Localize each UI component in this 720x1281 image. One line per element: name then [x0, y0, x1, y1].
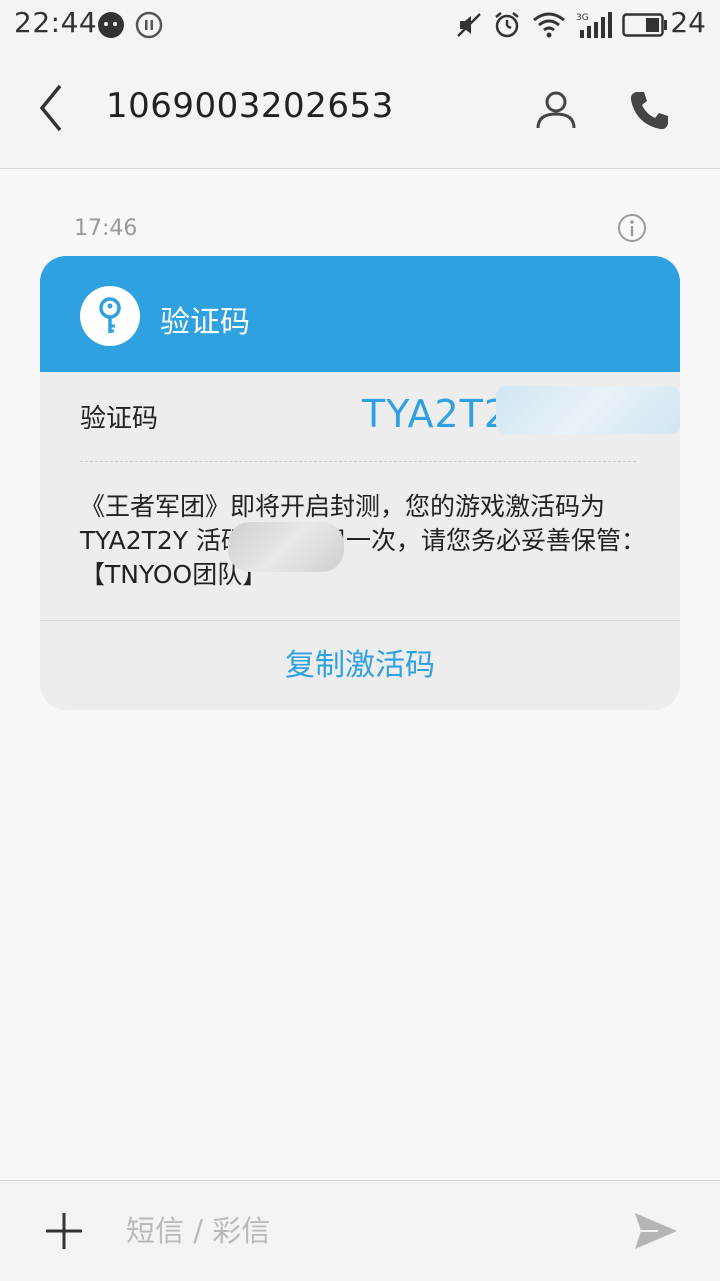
status-bar: 22:44 3G 24: [0, 0, 720, 50]
status-time: 22:44: [14, 6, 98, 39]
card-header: 验证码: [40, 256, 680, 372]
message-timestamp: 17:46: [74, 216, 138, 241]
code-value: TYA2T2: [362, 392, 510, 436]
card-title: 验证码: [160, 305, 250, 340]
message-body: 《王者军团》即将开启封测，您的游戏激活码为TYA2T2Y 活码只能使用一次，请您…: [80, 492, 647, 589]
verification-card: 验证码 验证码 TYA2T2 《王者军团》即将开启封测，您的游戏激活码为TYA2…: [40, 256, 680, 710]
send-icon: [635, 1213, 677, 1249]
back-button[interactable]: [28, 78, 78, 138]
info-icon: [618, 214, 646, 242]
code-label: 验证码: [80, 404, 159, 434]
signal-icon: 3G: [574, 10, 614, 44]
battery-icon: [622, 12, 668, 42]
pause-icon: [134, 10, 164, 44]
conversation-header: 1069003202653: [0, 50, 720, 169]
send-button[interactable]: [632, 1207, 680, 1255]
wifi-icon: [532, 10, 566, 44]
svg-text:3G: 3G: [576, 13, 589, 23]
call-button[interactable]: [626, 86, 674, 134]
mute-icon: [454, 10, 484, 44]
divider: [80, 461, 636, 462]
person-icon: [536, 91, 576, 129]
redaction-mask: [496, 386, 680, 434]
contact-button[interactable]: [532, 86, 580, 134]
wechat-icon: [96, 10, 126, 44]
copy-code-button[interactable]: 复制激活码: [40, 621, 680, 710]
alarm-icon: [492, 10, 522, 44]
conversation-title: 1069003202653: [106, 86, 394, 126]
plus-icon: [46, 1213, 82, 1249]
chevron-left-icon: [39, 84, 62, 132]
message-input[interactable]: [126, 1207, 596, 1255]
key-icon: [80, 286, 140, 346]
compose-bar: [0, 1180, 720, 1281]
redaction-mask: [228, 522, 344, 572]
battery-level: 24: [670, 6, 706, 39]
message-info-button[interactable]: [616, 212, 648, 244]
phone-icon: [630, 92, 668, 130]
add-attachment-button[interactable]: [40, 1207, 88, 1255]
